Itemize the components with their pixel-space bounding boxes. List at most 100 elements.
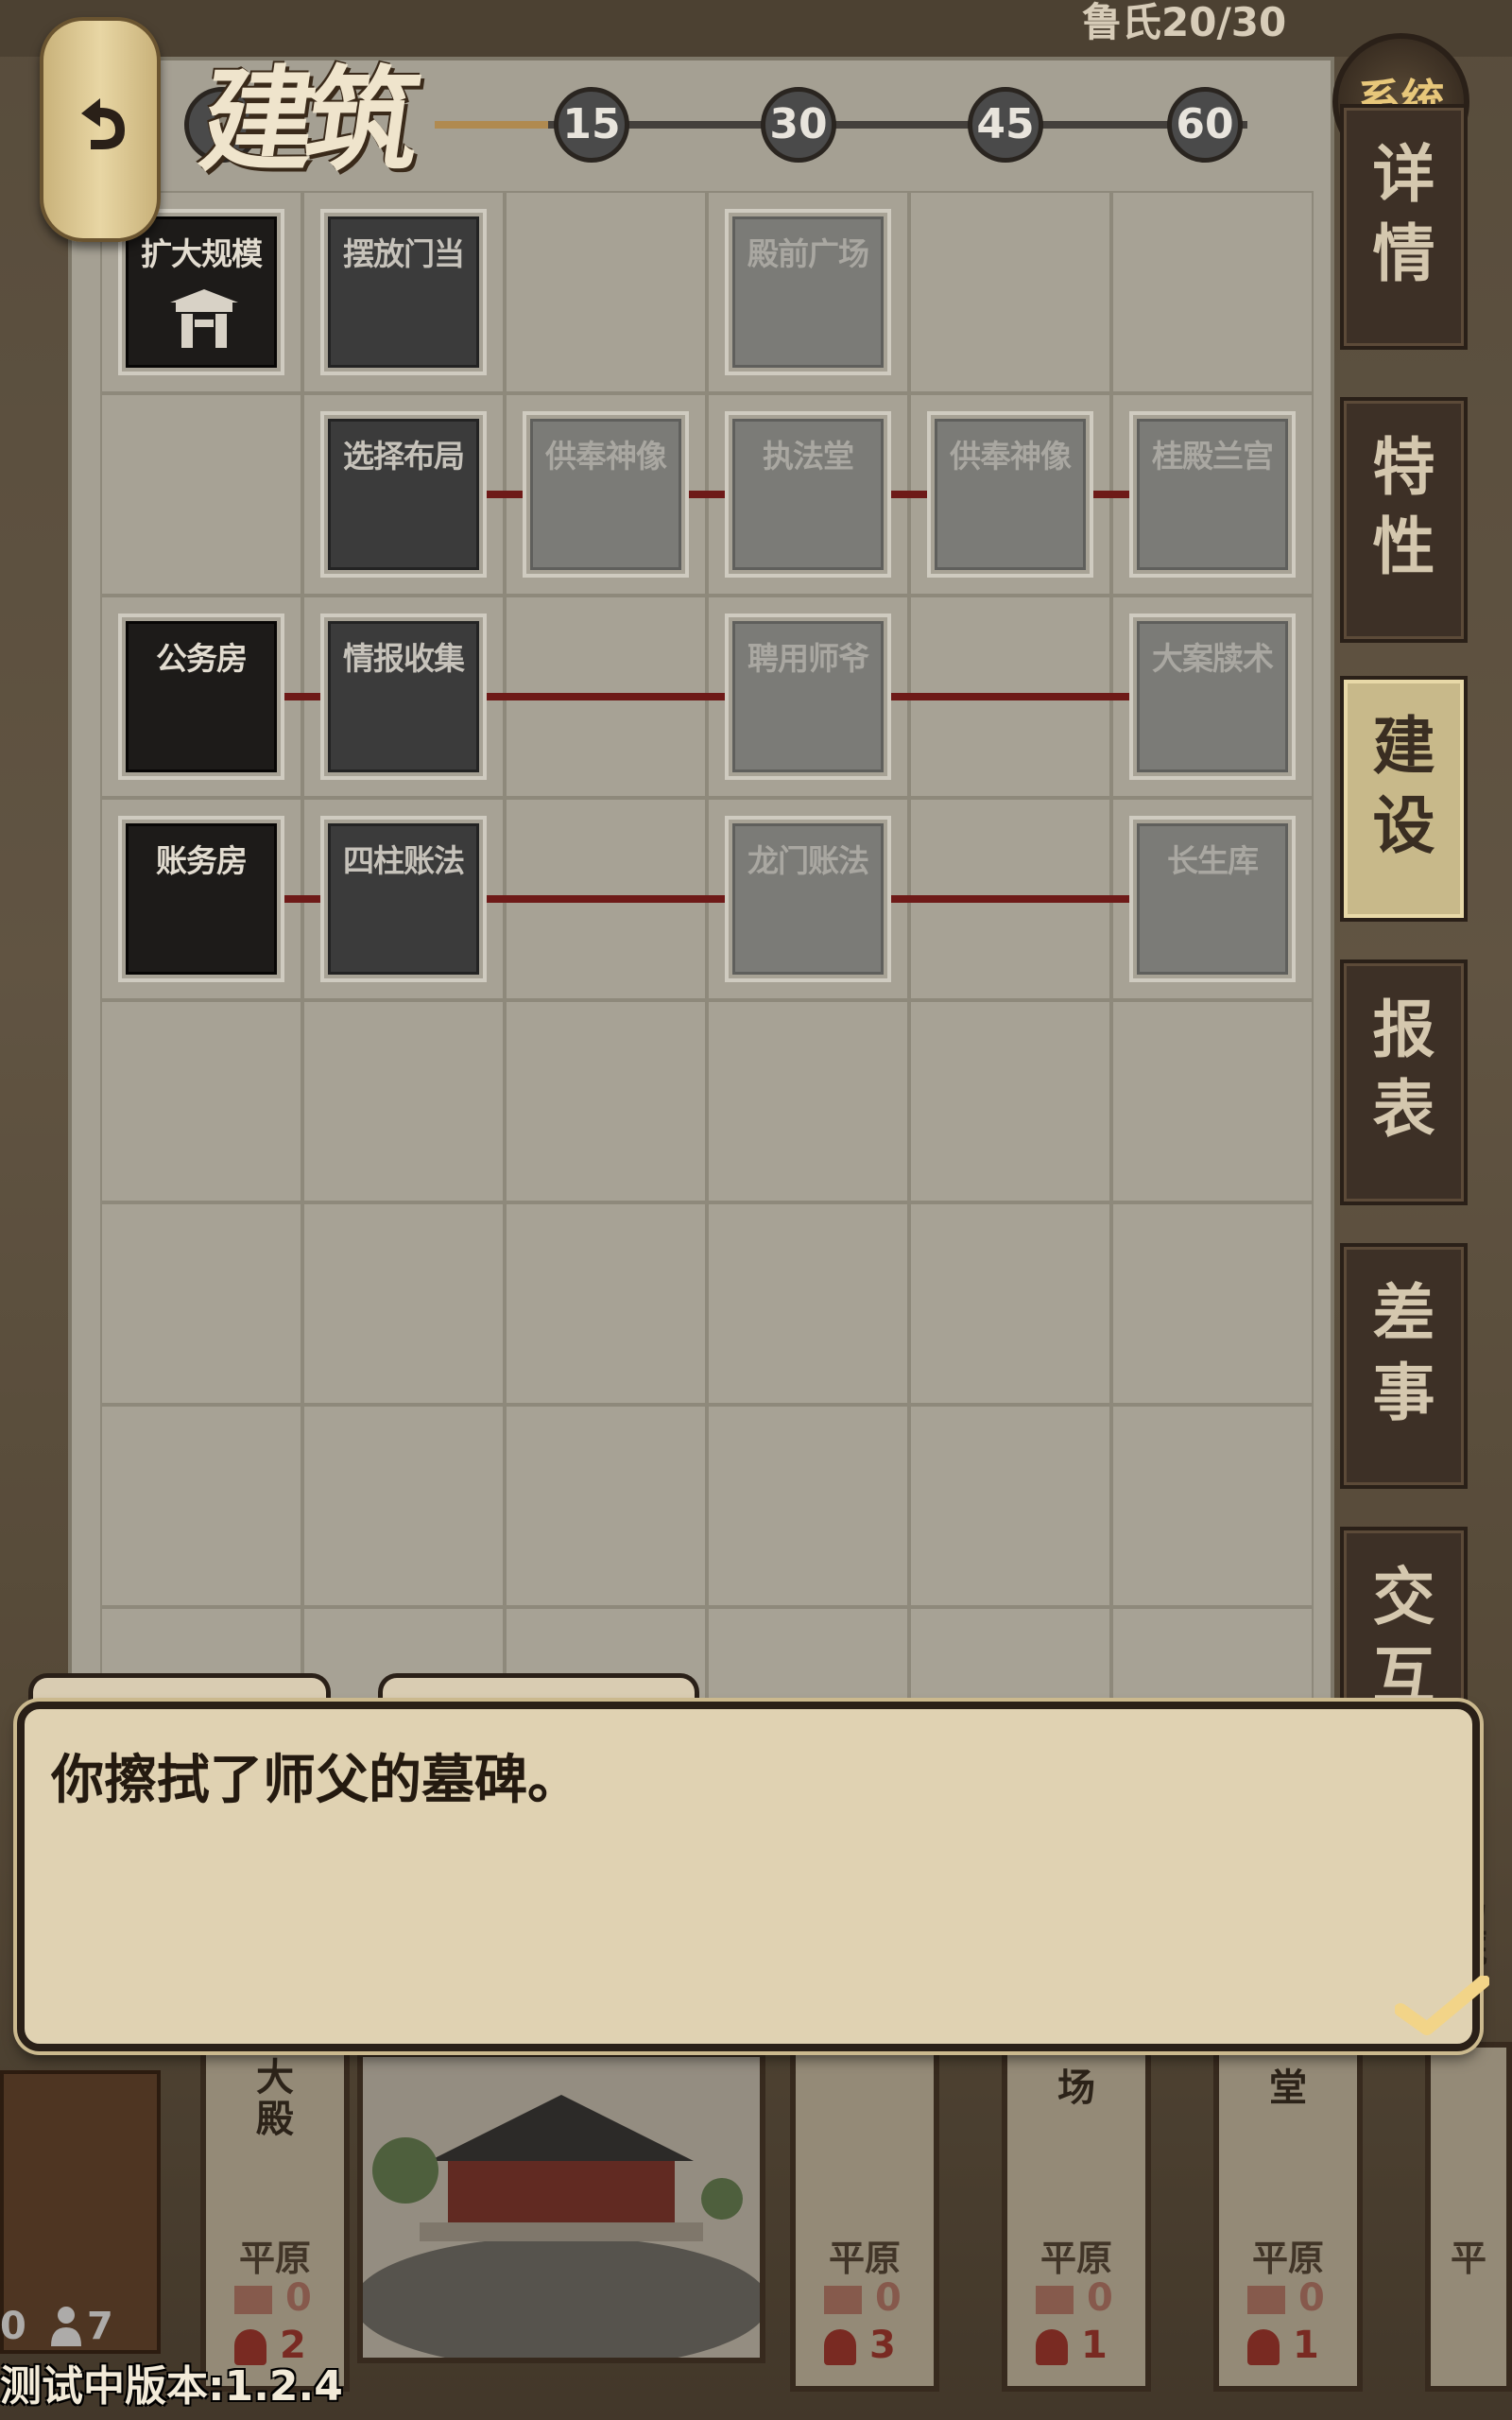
tech-connector-line	[891, 491, 927, 498]
build-tile[interactable]: 扩大规模	[118, 209, 284, 375]
level-track-progress	[435, 121, 548, 129]
tech-connector-line	[487, 895, 725, 903]
grid-cell	[100, 1000, 302, 1202]
level-node-30[interactable]: 30	[761, 87, 836, 163]
build-tile-label: 供奉神像	[950, 438, 1072, 475]
grid-cell	[505, 1405, 707, 1607]
build-tile-label: 公务房	[156, 640, 248, 677]
build-tile-label: 扩大规模	[141, 235, 263, 272]
tech-connector-line	[891, 693, 1129, 700]
build-tile[interactable]: 供奉神像	[523, 411, 689, 578]
build-tile[interactable]: 选择布局	[320, 411, 487, 578]
clan-info: 鲁氏20/30	[1082, 0, 1287, 45]
page-title: 建筑	[193, 54, 421, 187]
build-grid: 扩大规模 摆放门当 殿前广场选择布局 供奉神像 执法堂 供奉神像 桂殿兰宫公务房 情报收集 聘用…	[100, 191, 1319, 1809]
side-tab-3[interactable]: 报表	[1340, 959, 1468, 1205]
build-tile-body: 选择布局	[328, 419, 479, 570]
tech-connector-line	[891, 895, 1129, 903]
build-tile[interactable]: 账务房	[118, 816, 284, 982]
level-node-45[interactable]: 45	[968, 87, 1043, 163]
build-tile[interactable]: 公务房	[118, 614, 284, 780]
grid-cell	[909, 191, 1111, 393]
side-tab-char: 特	[1372, 430, 1435, 504]
build-tile-body: 供奉神像	[935, 419, 1086, 570]
grid-cell	[909, 1405, 1111, 1607]
side-tab-char: 表	[1372, 1072, 1435, 1146]
message-dialog[interactable]: 你擦拭了师父的墓碑。	[17, 1702, 1490, 2051]
side-tab-2[interactable]: 建设	[1340, 676, 1468, 922]
side-tab-char: 情	[1372, 216, 1435, 290]
build-tile[interactable]: 情报收集	[320, 614, 487, 780]
build-tile-body: 账务房	[126, 823, 277, 975]
grid-cell	[100, 1405, 302, 1607]
build-tile-body: 摆放门当	[328, 216, 479, 368]
dialog-message: 你擦拭了师父的墓碑。	[51, 1750, 580, 1811]
grid-cell	[909, 1202, 1111, 1405]
build-tile-label: 摆放门当	[343, 235, 465, 272]
build-tile-body: 情报收集	[328, 621, 479, 772]
grid-cell	[302, 1000, 505, 1202]
side-tab-char: 差	[1372, 1276, 1435, 1350]
grid-cell	[505, 1202, 707, 1405]
grid-cell	[302, 1202, 505, 1405]
build-tile[interactable]: 供奉神像	[927, 411, 1093, 578]
grid-cell	[707, 1000, 909, 1202]
grid-cell	[1111, 1405, 1314, 1607]
level-node-15[interactable]: 15	[554, 87, 629, 163]
grid-cell	[707, 1202, 909, 1405]
build-tile-label: 供奉神像	[545, 438, 667, 475]
build-tile-body: 聘用师爷	[732, 621, 884, 772]
build-tile-body: 长生库	[1137, 823, 1288, 975]
build-tile-body: 桂殿兰宫	[1137, 419, 1288, 570]
build-tile[interactable]: 长生库	[1129, 816, 1296, 982]
tech-connector-line	[1093, 491, 1129, 498]
grid-cell	[909, 1000, 1111, 1202]
side-tab-char: 建	[1372, 709, 1435, 783]
grid-cell	[100, 393, 302, 596]
tech-connector-line	[284, 693, 320, 700]
level-node-60[interactable]: 60	[1167, 87, 1243, 163]
build-tile[interactable]: 聘用师爷	[725, 614, 891, 780]
side-tab-4[interactable]: 差事	[1340, 1243, 1468, 1489]
side-tab-char: 事	[1372, 1356, 1435, 1429]
grid-cell	[505, 1000, 707, 1202]
grid-cell	[707, 1405, 909, 1607]
build-tile-body: 四柱账法	[328, 823, 479, 975]
build-tile[interactable]: 龙门账法	[725, 816, 891, 982]
side-tab-char: 交	[1372, 1560, 1435, 1634]
build-tile-body: 执法堂	[732, 419, 884, 570]
build-tile-label: 殿前广场	[747, 235, 869, 272]
build-tile-body: 龙门账法	[732, 823, 884, 975]
grid-cell	[505, 191, 707, 393]
build-tile-body: 殿前广场	[732, 216, 884, 368]
side-tab-1[interactable]: 特性	[1340, 397, 1468, 643]
grid-cell	[1111, 191, 1314, 393]
build-tile[interactable]: 执法堂	[725, 411, 891, 578]
version-label: 测试中版本:1.2.4	[0, 2362, 343, 2411]
build-tile-body: 供奉神像	[530, 419, 681, 570]
side-tab-5[interactable]: 交互	[1340, 1527, 1468, 1713]
build-tile[interactable]: 桂殿兰宫	[1129, 411, 1296, 578]
side-tab-0[interactable]: 详情	[1340, 104, 1468, 350]
grid-cell	[100, 1202, 302, 1405]
side-tab-char: 报	[1372, 993, 1435, 1066]
build-tile-label: 选择布局	[343, 438, 465, 475]
back-button[interactable]	[40, 17, 161, 242]
build-tile-label: 执法堂	[763, 438, 854, 475]
build-tile[interactable]: 大案牍术	[1129, 614, 1296, 780]
build-tile-label: 聘用师爷	[747, 640, 869, 677]
build-tile[interactable]: 四柱账法	[320, 816, 487, 982]
side-tab-char: 详	[1372, 137, 1435, 211]
grid-cell	[302, 1405, 505, 1607]
checkmark-icon[interactable]	[1394, 1975, 1490, 2040]
return-arrow-icon	[81, 98, 125, 149]
build-tile-label: 情报收集	[343, 640, 465, 677]
grid-cell	[1111, 1202, 1314, 1405]
build-tile[interactable]: 殿前广场	[725, 209, 891, 375]
side-tab-char: 设	[1372, 788, 1435, 862]
build-tile-body: 公务房	[126, 621, 277, 772]
tech-connector-line	[487, 693, 725, 700]
tech-connector-line	[487, 491, 523, 498]
build-tile[interactable]: 摆放门当	[320, 209, 487, 375]
build-tile-label: 大案牍术	[1152, 640, 1274, 677]
